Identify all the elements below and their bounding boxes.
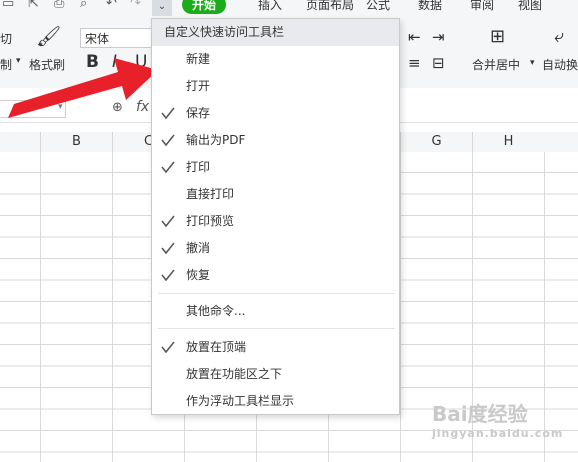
menu-item-label: 保存 [186,106,211,120]
check-icon [161,134,175,147]
chevron-down-icon: ⌄ [157,1,167,12]
format-painter-icon[interactable]: 🖌 [36,24,61,48]
menu-item-label: 新建 [186,52,211,66]
menu-item-export-pdf[interactable]: 输出为PDF [152,127,399,154]
menu-item-undo[interactable]: 撤消 [152,235,399,262]
customize-quick-access-button[interactable]: ⌄ [152,0,172,16]
menu-item-label: 打印 [186,160,211,174]
check-icon [161,161,175,174]
fx-button[interactable]: fx [136,99,149,115]
indent-decrease-icon[interactable]: ⇤ [408,28,421,46]
print-preview-icon[interactable]: ⌕ [80,0,87,11]
print-icon[interactable]: ⎙ [54,0,64,11]
redo-icon[interactable]: ↷ [130,0,141,11]
menu-item-label: 直接打印 [186,187,235,201]
tab-view[interactable]: 视图 [518,0,542,13]
menu-item-new[interactable]: 新建 [152,46,399,73]
menu-item-print[interactable]: 打印 [152,154,399,181]
distributed-align-icon[interactable]: ⊟ [432,54,445,72]
format-painter-button[interactable]: 格式刷 [29,56,65,73]
menu-item-label: 打开 [186,79,211,93]
name-box[interactable] [0,100,66,118]
menu-item-label: 恢复 [186,268,211,282]
menu-item-print-preview[interactable]: 打印预览 [152,208,399,235]
menu-divider [158,328,395,329]
menu-item-save[interactable]: 保存 [152,100,399,127]
tab-data[interactable]: 数据 [418,0,442,13]
undo-icon[interactable]: ↶ [106,0,117,11]
watermark-url-text: jingyan.baidu.com [432,427,564,440]
merge-cells-icon[interactable]: ⊞ [490,26,505,47]
customize-quick-access-menu: 自定义快速访问工具栏 新建 打开 保存 输出为PDF 打印 直接打印 打印预览 … [151,18,400,415]
column-header-h[interactable]: H [472,132,544,152]
column-header-b[interactable]: B [40,132,112,152]
copy-button[interactable]: 制 [0,56,12,73]
indent-increase-icon[interactable]: ⇥ [432,28,445,46]
tab-formulas[interactable]: 公式 [366,0,390,13]
menu-item-more-commands[interactable]: 其他命令... [152,298,399,325]
font-name-select[interactable]: 宋体 [80,28,156,48]
menu-item-place-top[interactable]: 放置在顶端 [152,334,399,361]
menu-item-place-below-ribbon[interactable]: 放置在功能区之下 [152,361,399,388]
underline-button[interactable]: U [135,52,147,72]
menu-item-open[interactable]: 打开 [152,73,399,100]
menu-item-label: 其他命令... [186,304,246,318]
merge-dropdown-icon[interactable]: ▾ [530,58,535,68]
check-icon [161,341,175,354]
export-pdf-icon[interactable]: ⇱ [28,0,39,11]
name-box-dropdown-icon[interactable]: ▾ [58,102,63,112]
check-icon [161,242,175,255]
menu-title: 自定义快速访问工具栏 [152,19,399,46]
check-icon [161,107,175,120]
baidu-watermark: Bai度经验 jingyan.baidu.com [432,398,572,454]
wrap-text-button[interactable]: 自动换 [542,56,578,73]
menu-item-label: 打印预览 [186,214,235,228]
tab-page-layout[interactable]: 页面布局 [306,0,354,13]
menu-item-label: 作为浮动工具栏显示 [186,394,295,408]
watermark-main-text: Bai度经验 [432,402,528,426]
copy-dropdown-icon[interactable]: ▾ [16,56,21,66]
column-header-g[interactable]: G [400,132,472,152]
new-file-icon[interactable]: ▭ [2,0,14,11]
merge-center-button[interactable]: 合并居中 [472,56,520,73]
menu-item-label: 撤消 [186,241,211,255]
bold-button[interactable]: B [86,52,99,72]
menu-item-floating-toolbar[interactable]: 作为浮动工具栏显示 [152,388,399,415]
tab-home[interactable]: 开始 [182,0,227,14]
cut-button[interactable]: 切 [0,30,12,47]
menu-bar: ▭ ⇱ ⎙ ⌕ ↶ ↷ ⌄ 开始 插入 页面布局 公式 数据 审阅 视图 [0,0,578,16]
menu-divider [158,293,395,294]
tab-review[interactable]: 审阅 [470,0,494,13]
menu-item-label: 输出为PDF [186,133,246,147]
align-center-icon[interactable]: ≡ [408,54,421,72]
menu-item-label: 放置在顶端 [186,340,247,354]
menu-item-label: 放置在功能区之下 [186,367,283,381]
zoom-formula-icon[interactable]: ⊕ [112,100,123,115]
check-icon [161,215,175,228]
wrap-text-icon[interactable]: ⤶ [554,26,564,47]
menu-item-redo[interactable]: 恢复 [152,262,399,289]
tab-insert[interactable]: 插入 [258,0,282,13]
italic-button[interactable]: I [112,52,117,72]
menu-item-direct-print[interactable]: 直接打印 [152,181,399,208]
check-icon [161,269,175,282]
